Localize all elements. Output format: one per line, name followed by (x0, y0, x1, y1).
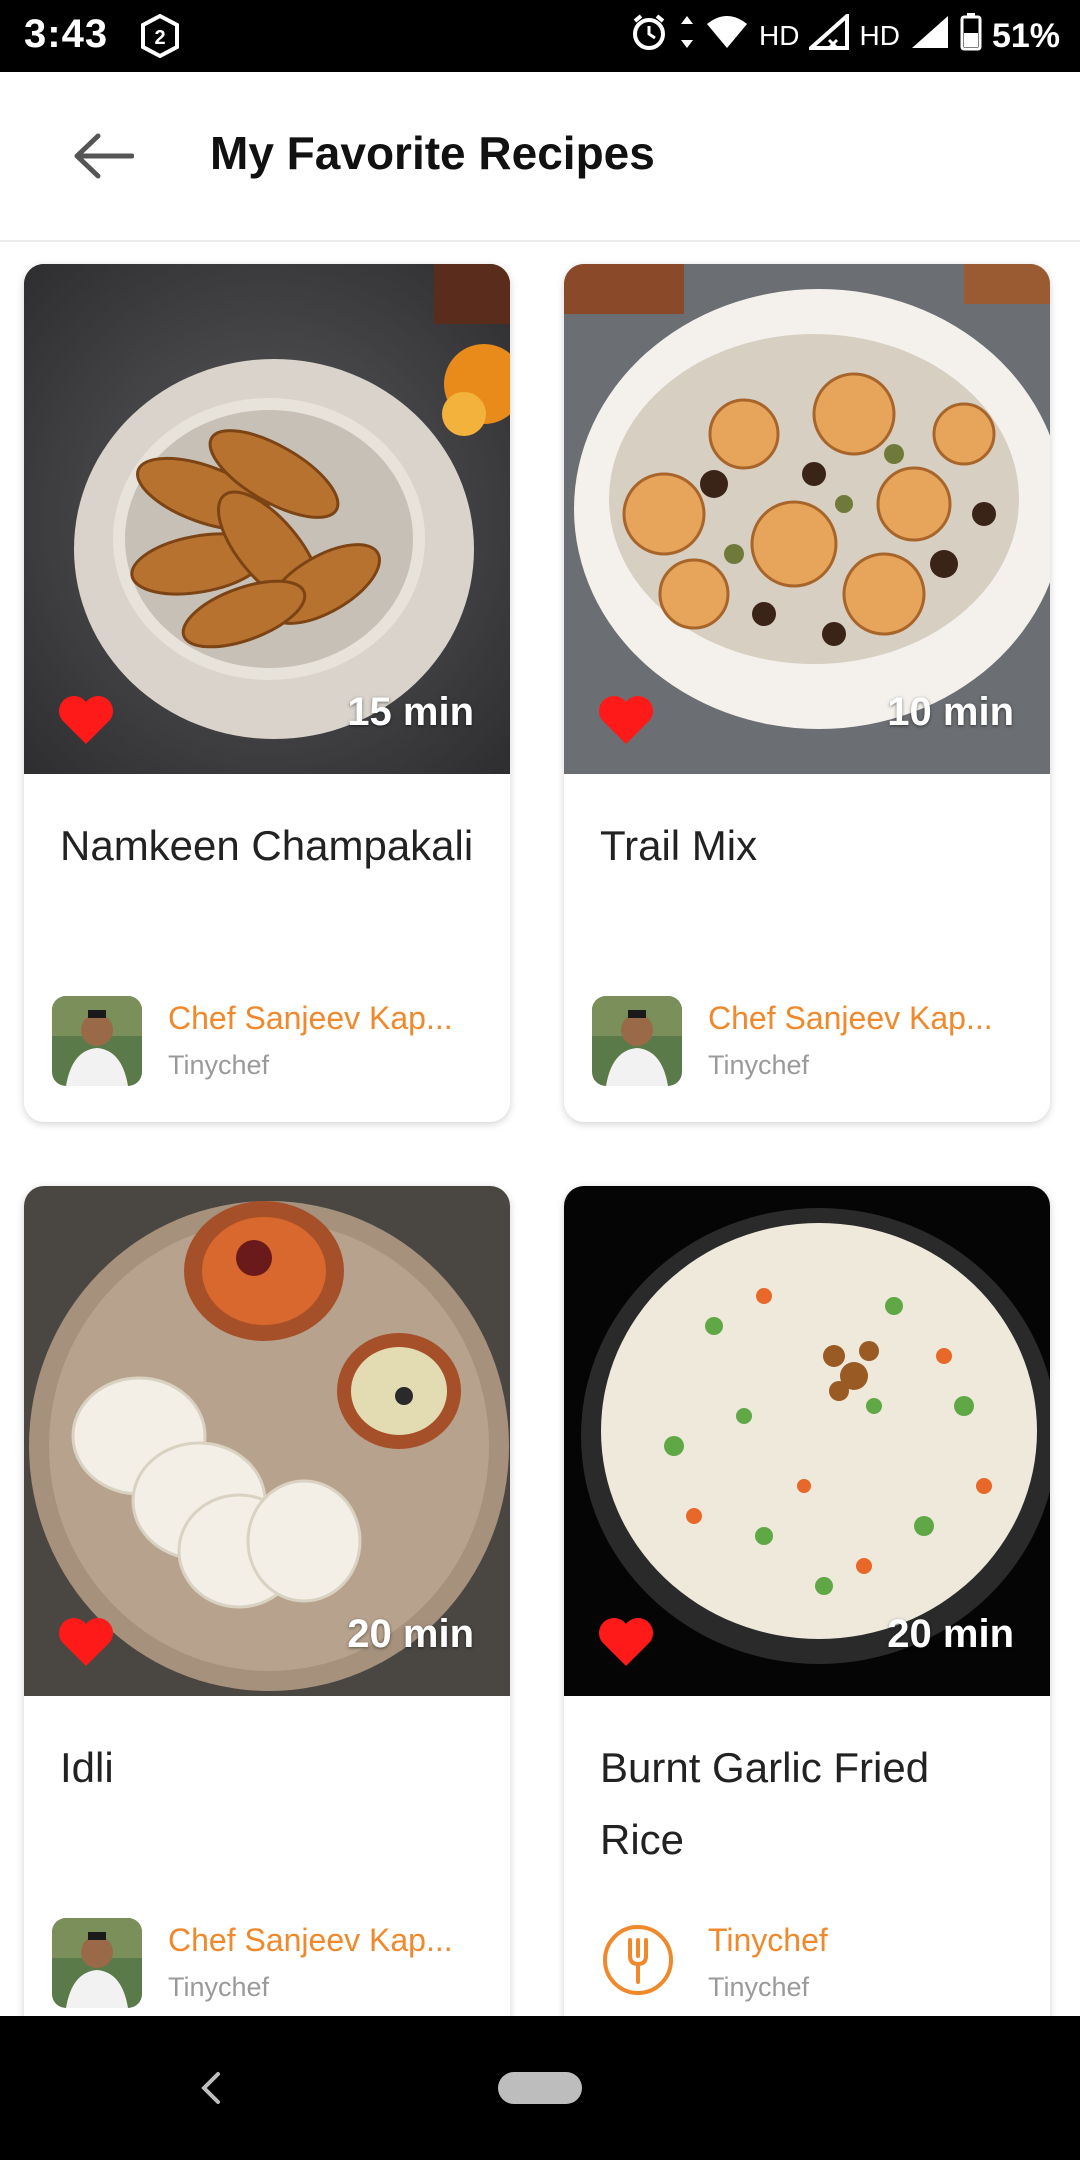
tinychef-logo-icon (603, 1925, 673, 1995)
battery-icon (960, 12, 982, 60)
status-time: 3:43 (24, 12, 109, 56)
app-bar: My Favorite Recipes (0, 72, 1080, 242)
cook-time: 20 min (347, 1612, 474, 1656)
recipe-card-trail-mix[interactable]: 10 min Trail Mix Chef Sanjeev Kap... Tin… (564, 264, 1050, 1122)
chef-name: Chef Sanjeev Kap... (168, 1922, 453, 1958)
page-title: My Favorite Recipes (210, 127, 655, 179)
heart-icon[interactable] (58, 1616, 114, 1668)
recipe-title: Idli (60, 1744, 114, 1791)
recipe-card-idli[interactable]: 20 min Idli Chef Sanjeev Kap... Tinychef (24, 1186, 510, 2046)
notification-badge-icon: 2 (140, 13, 180, 59)
status-bar: 3:43 2 HD HD 51% (0, 0, 1080, 72)
chef-name: Chef Sanjeev Kap... (168, 1000, 453, 1036)
wifi-icon (705, 14, 749, 59)
chef-avatar (52, 996, 142, 1086)
cook-time: 20 min (887, 1612, 1014, 1656)
cook-time: 10 min (887, 690, 1014, 734)
recipe-card-burnt-garlic-fried-rice[interactable]: 20 min Burnt Garlic Fried Rice Tinychef … (564, 1186, 1050, 2046)
recipe-title: Trail Mix (600, 822, 758, 869)
system-nav-bar (0, 2016, 1080, 2160)
alarm-icon (629, 12, 669, 61)
back-button[interactable] (60, 120, 146, 192)
signal-icon-1 (806, 11, 850, 59)
chef-name: Tinychef (708, 1922, 828, 1958)
chef-avatar (52, 1918, 142, 2008)
heart-icon[interactable] (598, 1616, 654, 1668)
recipe-title: Burnt Garlic Fried Rice (600, 1744, 930, 1863)
signal-icon-2 (910, 14, 950, 59)
chef-avatar (592, 996, 682, 1086)
svg-text:2: 2 (154, 27, 165, 49)
cook-time: 15 min (347, 690, 474, 734)
hd-label-2: HD (859, 20, 900, 51)
battery-percent: 51% (991, 16, 1060, 55)
recipe-card-namkeen-champakali[interactable]: 15 min Namkeen Champakali Chef Sanjeev K… (24, 264, 510, 1122)
heart-icon[interactable] (598, 694, 654, 746)
recipe-title: Namkeen Champakali (60, 822, 474, 869)
nav-back-icon[interactable] (190, 2060, 230, 2116)
data-transfer-icon (679, 14, 695, 59)
arrow-left-icon (74, 133, 134, 179)
chef-source: Tinychef (168, 1050, 270, 1080)
heart-icon[interactable] (58, 694, 114, 746)
chef-source: Tinychef (708, 1972, 810, 2002)
chef-name: Chef Sanjeev Kap... (708, 1000, 993, 1036)
chef-source: Tinychef (168, 1972, 270, 2002)
nav-home-pill[interactable] (498, 2072, 582, 2104)
hd-label-1: HD (759, 20, 800, 51)
chef-source: Tinychef (708, 1050, 810, 1080)
